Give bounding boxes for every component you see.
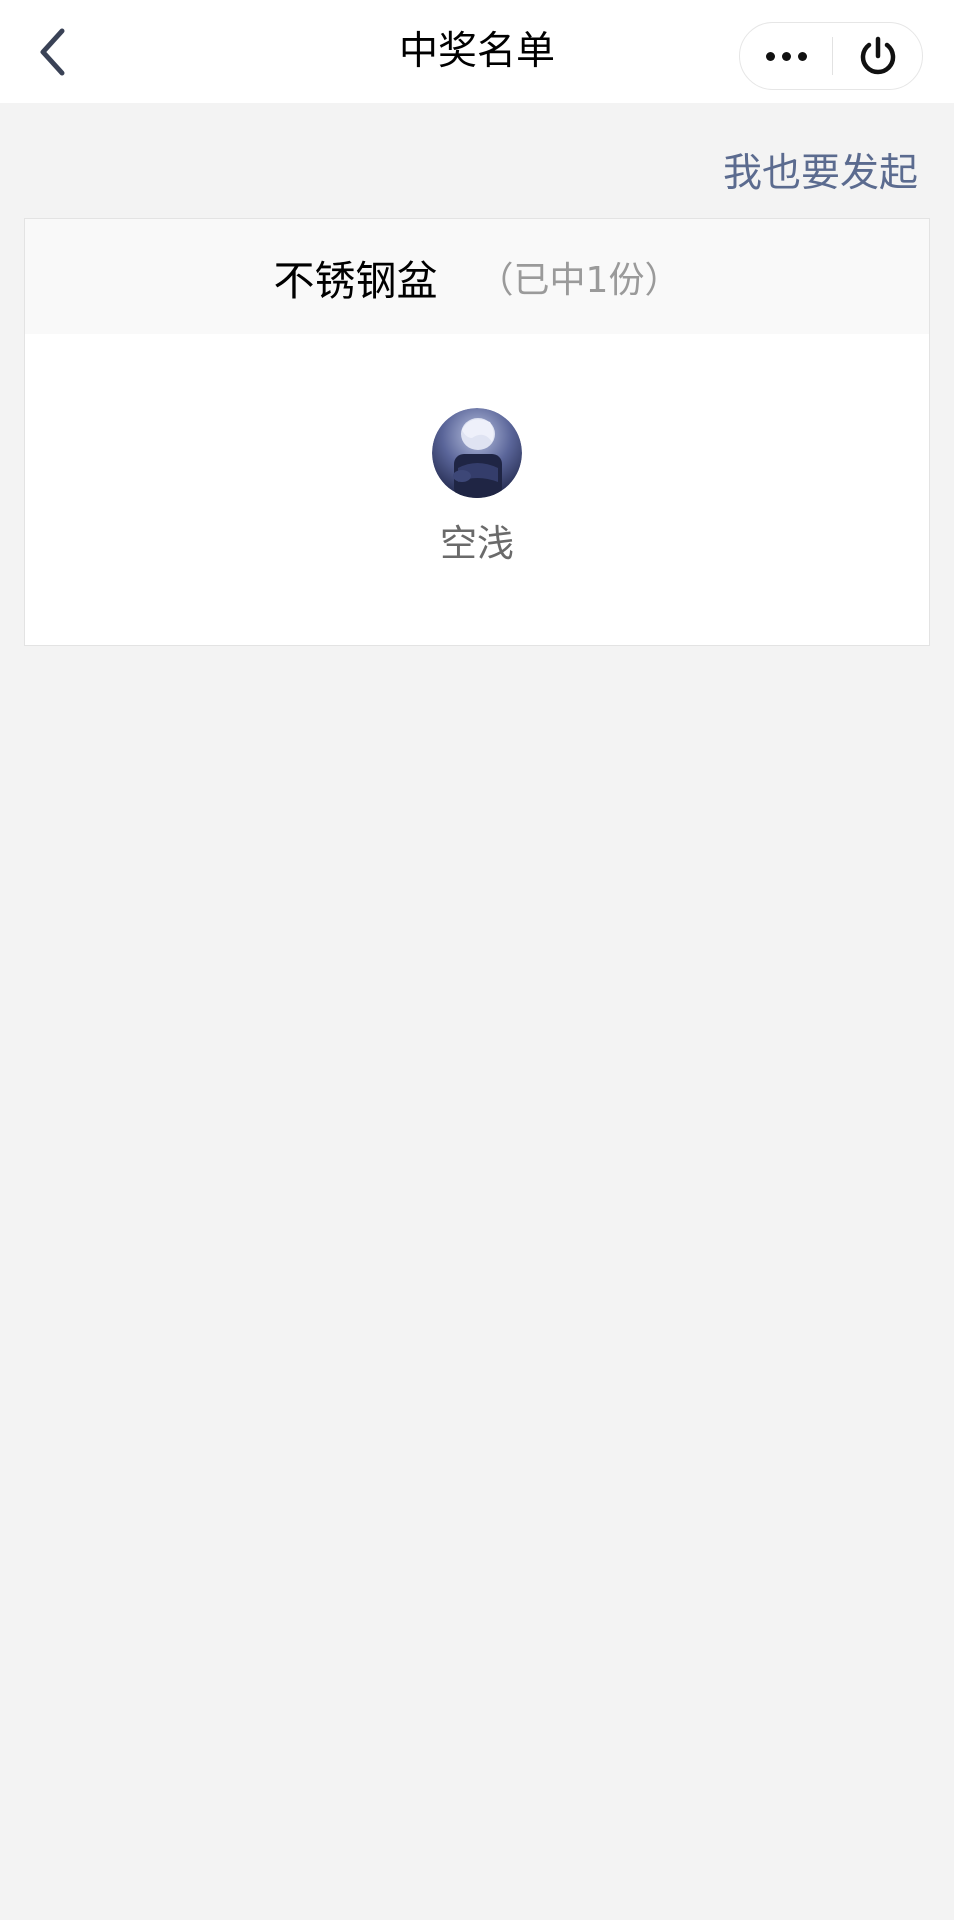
winner-item: 空浅 — [25, 408, 929, 568]
prize-card: 不锈钢盆 （已中1份） 空浅 — [24, 218, 930, 646]
more-button[interactable] — [740, 23, 832, 89]
close-button[interactable] — [833, 23, 923, 89]
prize-count: （已中1份） — [477, 259, 681, 301]
prize-name: 不锈钢盆 — [273, 256, 438, 305]
power-icon — [860, 36, 896, 75]
initiate-link[interactable]: 我也要发起 — [723, 148, 918, 200]
prize-header: 不锈钢盆 （已中1份） — [25, 219, 929, 334]
avatar — [432, 408, 522, 498]
winner-name: 空浅 — [440, 522, 514, 565]
capsule-menu — [739, 22, 923, 90]
more-dots-icon — [762, 51, 810, 61]
navigation-bar: 中奖名单 — [0, 0, 954, 103]
